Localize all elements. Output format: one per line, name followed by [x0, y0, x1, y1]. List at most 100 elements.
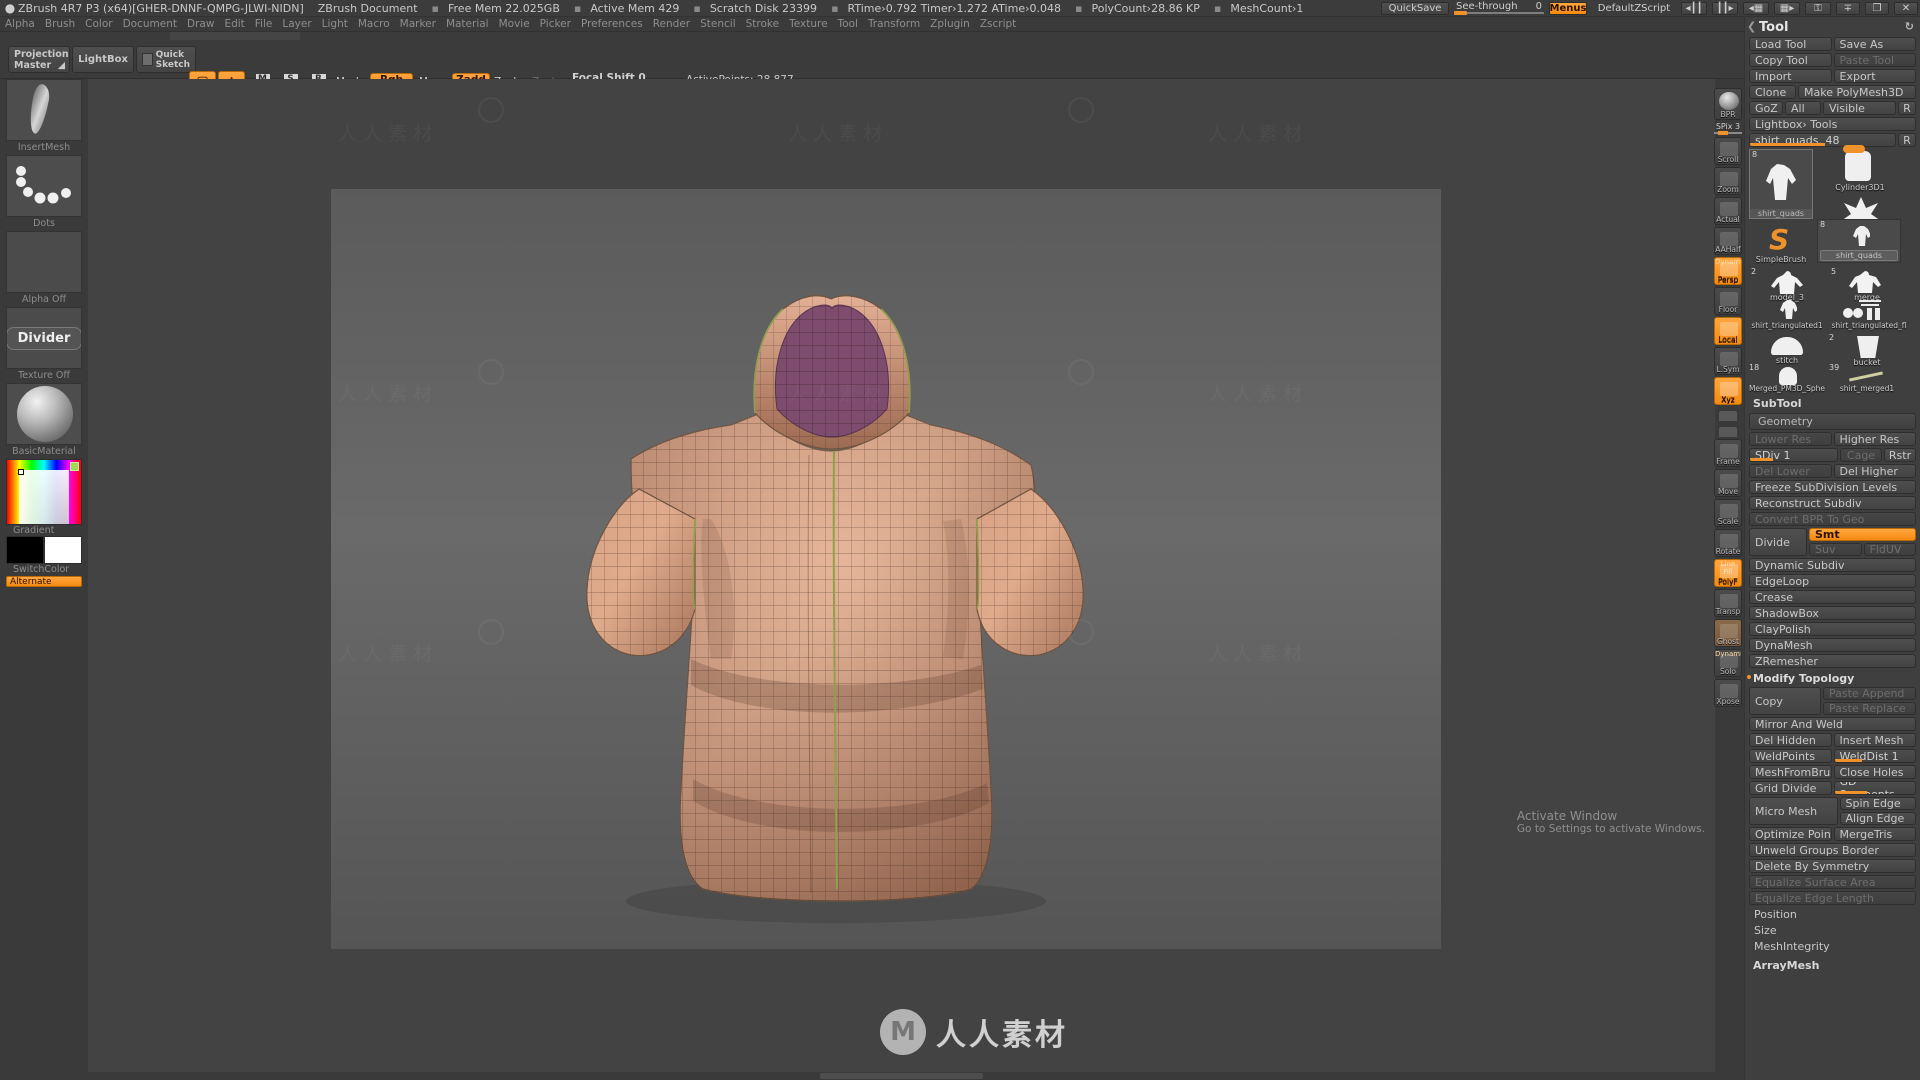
alternate-button[interactable]: Alternate: [6, 576, 82, 587]
clone-button[interactable]: Clone: [1749, 85, 1796, 99]
bpr-render-button[interactable]: BPR: [1714, 88, 1742, 120]
align-edge-button[interactable]: Align Edge: [1839, 812, 1916, 825]
copy-tool-button[interactable]: Copy Tool: [1749, 53, 1832, 67]
tool-thumbnail-grid-2[interactable]: stitch 2 bucket 18 Merged_PM3D_Sphe 39 s…: [1749, 333, 1916, 395]
quicksave-button[interactable]: QuickSave: [1381, 2, 1449, 15]
claypolish-button[interactable]: ClayPolish: [1749, 622, 1916, 636]
crease-button[interactable]: Crease: [1749, 590, 1916, 604]
subtool-section-title[interactable]: SubTool: [1745, 393, 1920, 413]
menu-item-texture[interactable]: Texture: [784, 18, 832, 30]
freeze-subdivision-button[interactable]: Freeze SubDivision Levels: [1749, 480, 1916, 494]
stroke-swatch[interactable]: Dots: [6, 155, 82, 229]
rail-ghost[interactable]: Ghost: [1714, 619, 1742, 647]
see-through-thumb[interactable]: [1454, 11, 1467, 15]
document-canvas[interactable]: [331, 189, 1441, 949]
rail-polyf[interactable]: Line Fill PolyF: [1714, 559, 1742, 587]
rail-scroll[interactable]: Scroll: [1714, 137, 1742, 165]
color-cursor[interactable]: [18, 469, 24, 475]
grid-divide-button[interactable]: Grid Divide: [1749, 781, 1832, 795]
rail-solo[interactable]: DynamicSolo: [1714, 649, 1742, 677]
rail-local[interactable]: Local: [1714, 317, 1742, 345]
collapse-panel-icon[interactable]: ❮: [1747, 20, 1756, 33]
menu-item-preferences[interactable]: Preferences: [576, 18, 648, 30]
meshfrombrush-button[interactable]: MeshFromBrush: [1749, 765, 1832, 779]
rail-persp[interactable]: DynamicPersp: [1714, 257, 1742, 285]
gd-segments-slider[interactable]: GD Segments: [1833, 781, 1916, 795]
material-swatch[interactable]: BasicMaterial: [6, 383, 82, 457]
menu-item-edit[interactable]: Edit: [219, 18, 249, 30]
stroke-thumbnail[interactable]: [6, 155, 82, 217]
edgeloop-button[interactable]: EdgeLoop: [1749, 574, 1916, 588]
maximize-button[interactable]: ❐: [1865, 2, 1889, 15]
lightbox-tools-button[interactable]: Lightbox› Tools: [1749, 117, 1916, 131]
menu-item-zscript[interactable]: Zscript: [975, 18, 1021, 30]
goz-button[interactable]: GoZ: [1749, 101, 1783, 115]
color-secondary-swatch[interactable]: [70, 462, 79, 471]
export-button[interactable]: Export: [1833, 69, 1916, 83]
lightbox-button[interactable]: LightBox: [72, 46, 134, 73]
menu-item-layer[interactable]: Layer: [277, 18, 316, 30]
zremesher-button[interactable]: ZRemesher: [1749, 654, 1916, 668]
texture-swatch[interactable]: Divider Texture Off: [6, 307, 82, 381]
rail-l-sym[interactable]: L.Sym: [1714, 347, 1742, 375]
tool-thumb-shirt-quads-2[interactable]: 8 shirt_quads: [1817, 219, 1901, 263]
rail-aahalf[interactable]: AAHalf: [1714, 227, 1742, 255]
tray-left-toggle[interactable]: ◂▦: [1743, 2, 1769, 15]
lock-icon[interactable]: ⚿: [1805, 2, 1831, 15]
insert-mesh-button[interactable]: Insert Mesh: [1833, 733, 1916, 747]
position-button[interactable]: Position: [1749, 907, 1916, 921]
primary-color-swatch[interactable]: [6, 536, 44, 564]
quick-sketch-button[interactable]: Quick Sketch: [136, 46, 196, 73]
meshintegrity-button[interactable]: MeshIntegrity: [1749, 939, 1916, 953]
secondary-color-swatch[interactable]: [44, 536, 82, 564]
color-swatches[interactable]: [6, 536, 82, 564]
mergetris-button[interactable]: MergeTris: [1833, 827, 1916, 841]
rail-rotate-ccw-icon[interactable]: [1714, 407, 1742, 421]
tool-thumb-merged-pm3d[interactable]: 18 Merged_PM3D_Sphe: [1749, 363, 1825, 395]
menu-item-stroke[interactable]: Stroke: [741, 18, 784, 30]
arraymesh-section-title[interactable]: ArrayMesh: [1745, 955, 1920, 975]
tool-thumb-shirt-merged1[interactable]: 39 shirt_merged1: [1829, 363, 1905, 395]
size-button[interactable]: Size: [1749, 923, 1916, 937]
dynamic-subdiv-button[interactable]: Dynamic Subdiv: [1749, 558, 1916, 572]
dynamesh-button[interactable]: DynaMesh: [1749, 638, 1916, 652]
alpha-swatch[interactable]: Alpha Off: [6, 231, 82, 305]
brush-swatch[interactable]: InsertMesh: [6, 79, 82, 153]
rail-rotate-cw-icon[interactable]: [1714, 423, 1742, 437]
reset-icon[interactable]: ↻: [1905, 20, 1914, 33]
tool-thumb-simplebrush[interactable]: S SimpleBrush: [1749, 223, 1813, 267]
menu-item-transform[interactable]: Transform: [863, 18, 925, 30]
projection-master-button[interactable]: Projection Master ◢: [8, 46, 70, 73]
weldpoints-button[interactable]: WeldPoints: [1749, 749, 1832, 763]
menu-item-picker[interactable]: Picker: [535, 18, 576, 30]
spix-slider[interactable]: SPix 3: [1714, 122, 1742, 135]
load-tool-button[interactable]: Load Tool: [1749, 37, 1832, 51]
tray-right-toggle[interactable]: ▦▸: [1774, 2, 1800, 15]
rstr-button[interactable]: Rstr: [1884, 448, 1916, 462]
reconstruct-subdiv-button[interactable]: Reconstruct Subdiv: [1749, 496, 1916, 510]
menus-toggle-button[interactable]: Menus: [1549, 2, 1587, 15]
rail-xpose[interactable]: Xpose: [1714, 679, 1742, 707]
current-tool-r-button[interactable]: R: [1898, 133, 1916, 147]
delete-by-symmetry-button[interactable]: Delete By Symmetry: [1749, 859, 1916, 873]
menu-item-zplugin[interactable]: Zplugin: [925, 18, 975, 30]
current-tool-slider[interactable]: shirt_quads. 48: [1749, 133, 1896, 147]
micro-mesh-button[interactable]: Micro Mesh: [1749, 797, 1838, 825]
alpha-thumbnail[interactable]: [6, 231, 82, 293]
menu-item-render[interactable]: Render: [648, 18, 695, 30]
scrollbar-thumb[interactable]: [820, 1073, 983, 1079]
del-hidden-button[interactable]: Del Hidden: [1749, 733, 1832, 747]
menu-item-tool[interactable]: Tool: [833, 18, 863, 30]
horizontal-scrollbar[interactable]: [88, 1072, 1715, 1080]
modify-topology-section-title[interactable]: Modify Topology: [1745, 670, 1920, 687]
texture-thumbnail[interactable]: Divider: [6, 307, 82, 369]
see-through-slider[interactable]: See-through 0: [1454, 1, 1544, 15]
menu-item-brush[interactable]: Brush: [40, 18, 80, 30]
minimize-button[interactable]: ∓: [1836, 2, 1860, 15]
spin-edge-button[interactable]: Spin Edge: [1839, 797, 1916, 810]
menu-item-marker[interactable]: Marker: [395, 18, 441, 30]
close-button[interactable]: ✕: [1894, 2, 1918, 15]
rail-floor[interactable]: Floor: [1714, 287, 1742, 315]
spix-thumb[interactable]: [1718, 131, 1728, 135]
tool-thumbnail-grid[interactable]: 8 shirt_quads Cylinder3D1 PolyMesh3D S S…: [1749, 145, 1916, 359]
